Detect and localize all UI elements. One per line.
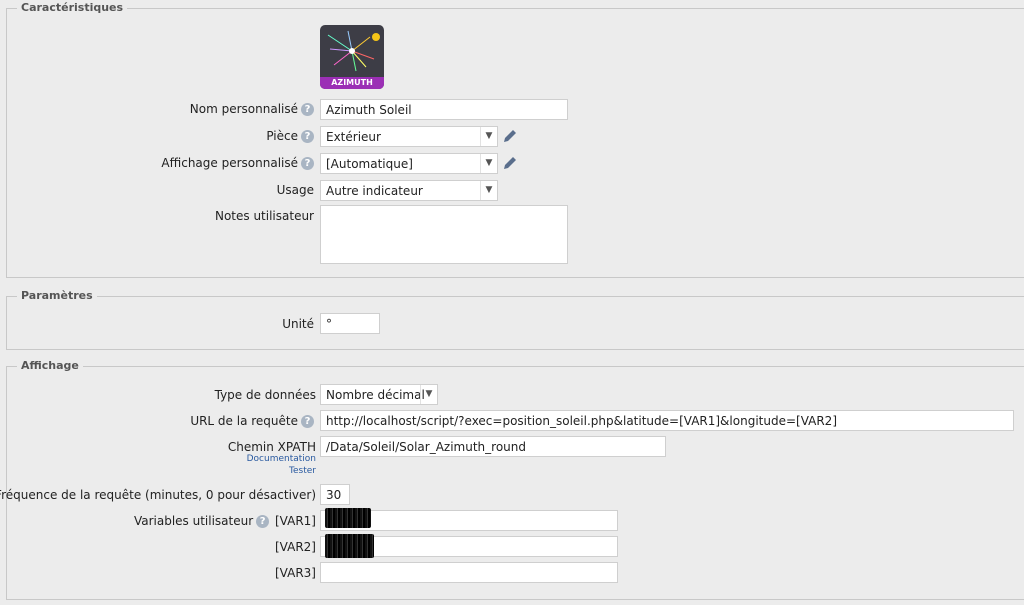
usage-select[interactable]: Autre indicateur ▼ (320, 180, 498, 201)
url-label: URL de la requête (190, 414, 298, 428)
frequence-label: Fréquence de la requête (minutes, 0 pour… (0, 488, 316, 502)
azimuth-widget-icon: AZIMUTH (320, 25, 384, 89)
unite-input[interactable]: ° (320, 313, 380, 334)
azimuth-icon-label: AZIMUTH (320, 77, 384, 89)
affichage-perso-label: Affichage personnalisé (161, 156, 298, 170)
chevron-down-icon: ▼ (420, 385, 437, 404)
var2-label: [VAR2] (275, 540, 316, 554)
type-donnees-label: Type de données (214, 388, 316, 402)
notes-label: Notes utilisateur (214, 209, 314, 223)
help-icon[interactable]: ? (301, 157, 314, 170)
parametres-fieldset: Paramètres (6, 289, 1024, 350)
chevron-down-icon: ▼ (480, 181, 497, 200)
var3-label: [VAR3] (275, 566, 316, 580)
documentation-link[interactable]: Documentation (247, 454, 316, 464)
help-icon[interactable]: ? (301, 103, 314, 116)
pencil-icon[interactable] (502, 128, 518, 144)
type-donnees-value: Nombre décimal (326, 388, 425, 402)
nom-label: Nom personnalisé (189, 102, 298, 116)
usage-label: Usage (276, 183, 314, 197)
parametres-legend: Paramètres (17, 289, 97, 302)
redacted-var2 (325, 534, 374, 558)
help-icon[interactable]: ? (256, 515, 270, 528)
var1-label: [VAR1] (275, 514, 316, 528)
piece-label-row: Pièce? (266, 129, 314, 143)
caracteristiques-legend: Caractéristiques (17, 1, 128, 14)
nom-label-row: Nom personnalisé? (190, 102, 314, 116)
var3-input[interactable] (320, 562, 618, 583)
affichage-perso-value: [Automatique] (326, 157, 413, 171)
nom-input[interactable]: Azimuth Soleil (320, 99, 568, 120)
help-icon[interactable]: ? (301, 415, 314, 428)
piece-select-value: Extérieur (326, 130, 381, 144)
tester-link[interactable]: Tester (289, 466, 316, 476)
affichage-legend: Affichage (17, 359, 83, 372)
xpath-label: Chemin XPATH (227, 440, 316, 454)
frequence-input[interactable]: 30 (320, 484, 350, 505)
redacted-var1 (325, 508, 371, 528)
variables-label: Variables utilisateur (133, 514, 254, 528)
pencil-icon[interactable] (502, 155, 518, 171)
affichage-perso-select[interactable]: [Automatique] ▼ (320, 153, 498, 174)
chevron-down-icon: ▼ (480, 127, 497, 146)
azimuth-compass-icon (327, 30, 380, 72)
url-input[interactable]: http://localhost/script/?exec=position_s… (320, 410, 1014, 431)
url-label-row: URL de la requête? (190, 414, 314, 428)
type-donnees-select[interactable]: Nombre décimal ▼ (320, 384, 438, 405)
usage-select-value: Autre indicateur (326, 184, 423, 198)
xpath-input[interactable]: /Data/Soleil/Solar_Azimuth_round (320, 436, 666, 457)
piece-select[interactable]: Extérieur ▼ (320, 126, 498, 147)
affichage-label-row: Affichage personnalisé? (161, 156, 314, 170)
unite-label: Unité (282, 317, 314, 331)
chevron-down-icon: ▼ (480, 154, 497, 173)
variables-label-row: Variables utilisateur? [VAR1] (134, 514, 316, 528)
piece-label: Pièce (266, 129, 298, 143)
notes-textarea[interactable] (320, 205, 568, 264)
help-icon[interactable]: ? (301, 130, 314, 143)
